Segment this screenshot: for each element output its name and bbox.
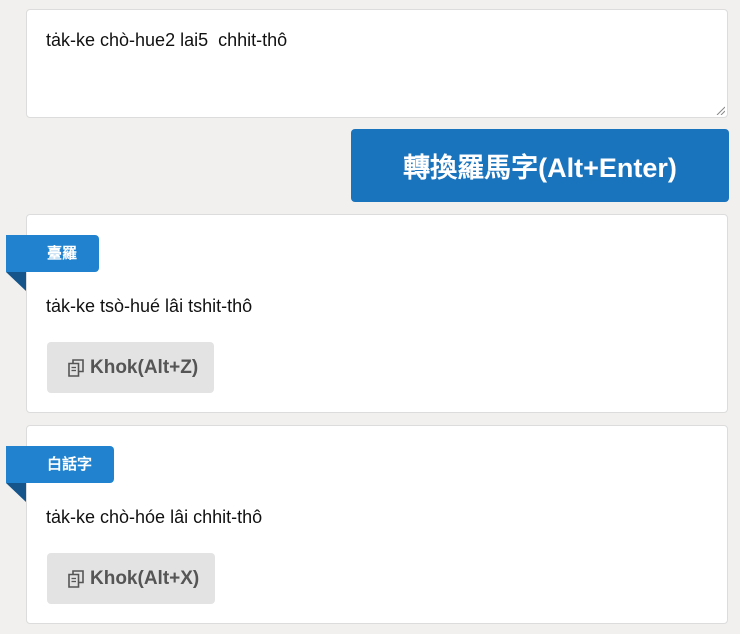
ribbon-fold [6,483,26,502]
copy-icon [66,358,86,378]
result-label-ribbon: 白話字 [6,446,115,483]
input-card [26,9,728,118]
convert-button[interactable]: 轉換羅馬字(Alt+Enter) [351,129,729,202]
result-label-ribbon: 臺羅 [6,235,100,272]
romanization-input[interactable] [27,10,727,117]
result-text: tȧk-ke tsò-hué lâi tshit-thô [46,296,253,316]
copy-button-label: Khok(Alt+X) [90,567,200,589]
copy-icon [66,569,86,589]
result-text: tȧk-ke chò-hóe lâi chhit-thô [46,507,263,527]
copy-button[interactable]: Khok(Alt+Z) [47,342,215,393]
copy-button-label: Khok(Alt+Z) [90,356,199,378]
copy-button[interactable]: Khok(Alt+X) [47,553,216,604]
result-card-peh-oe-ji: 白話字 tȧk-ke chò-hóe lâi chhit-thô Khok(Al… [6,425,728,624]
result-card-tai-lo: 臺羅 tȧk-ke tsò-hué lâi tshit-thô Khok(Alt… [6,214,728,413]
ribbon-fold [6,272,26,291]
